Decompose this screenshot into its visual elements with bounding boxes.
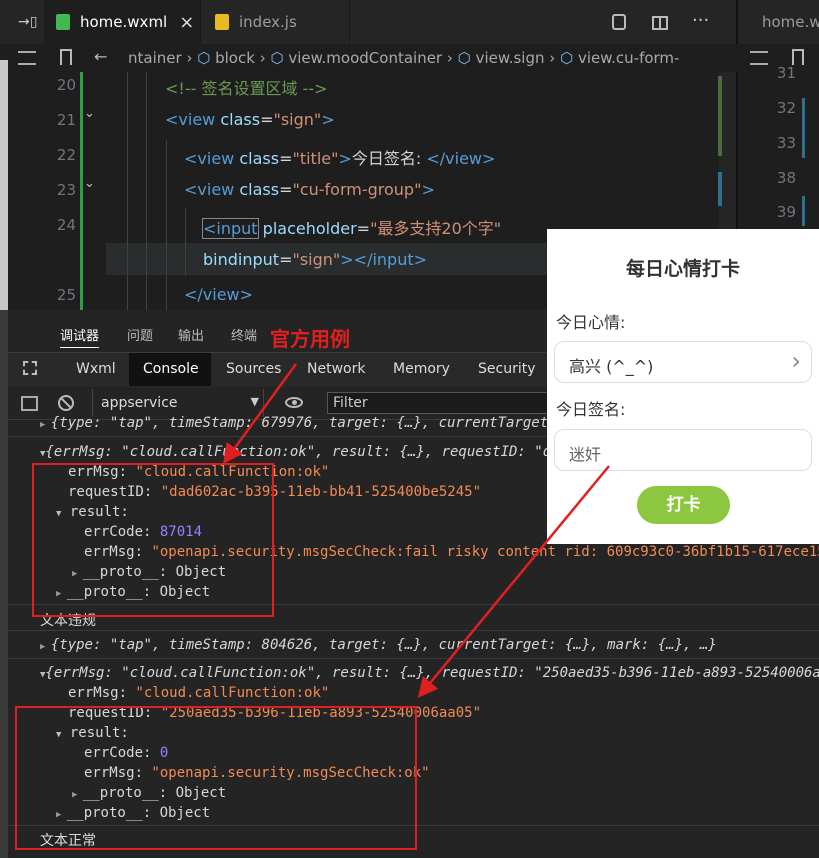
arrow-to-violation: [223, 363, 298, 465]
arrow-to-normal: [417, 465, 610, 698]
annotation-arrows: [223, 363, 610, 698]
